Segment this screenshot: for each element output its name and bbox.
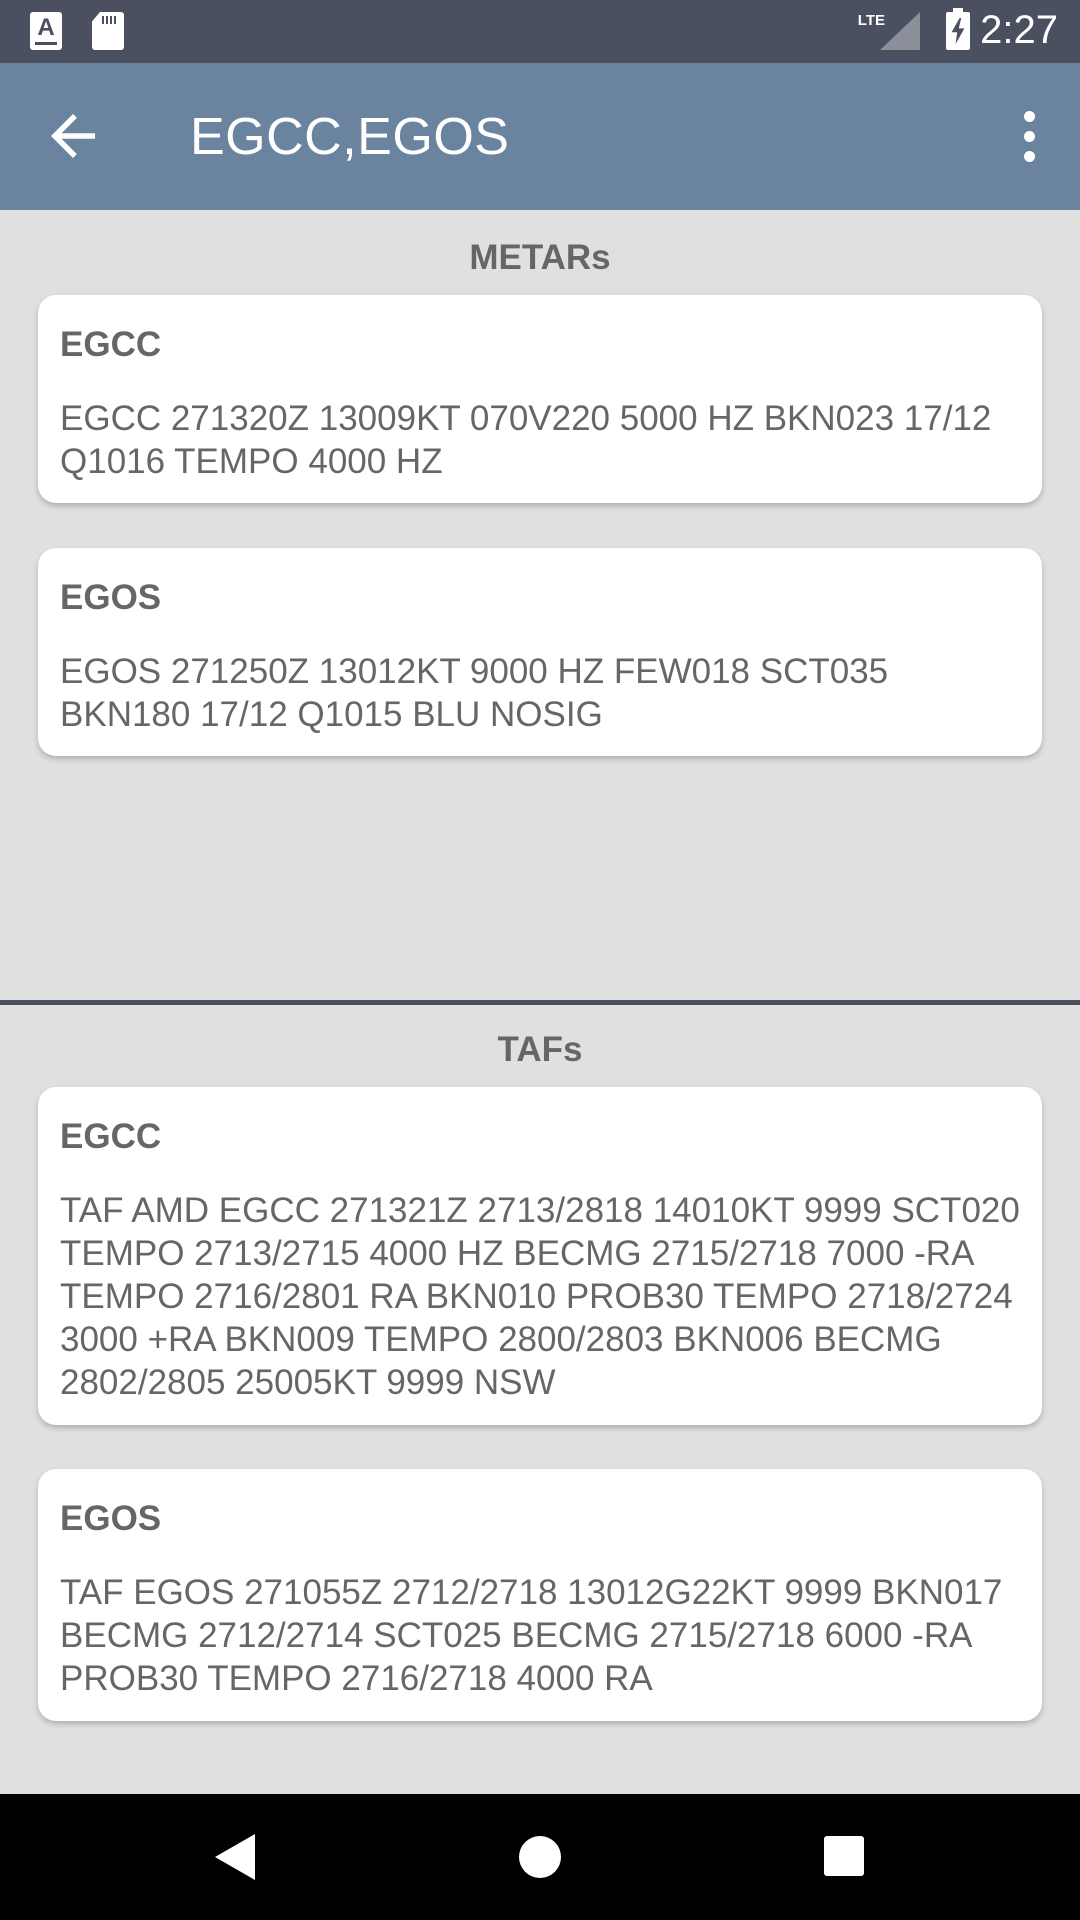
- more-vert-icon-dot: [1024, 131, 1035, 142]
- keyboard-notification-icon: [30, 12, 62, 50]
- taf-station: EGOS: [60, 1499, 162, 1538]
- back-button[interactable]: [40, 103, 106, 169]
- metar-station: EGOS: [60, 578, 162, 617]
- taf-text: TAF AMD EGCC 271321Z 2713/2818 14010KT 9…: [60, 1191, 1020, 1402]
- metar-card-egos[interactable]: EGOS EGOS 271250Z 13012KT 9000 HZ FEW018…: [38, 548, 1042, 756]
- metars-heading: METARs: [469, 238, 611, 277]
- taf-station: EGCC: [60, 1117, 162, 1156]
- nav-recents-icon[interactable]: [824, 1836, 864, 1876]
- overflow-menu-button[interactable]: [1000, 103, 1060, 169]
- nav-home-icon[interactable]: [519, 1836, 561, 1878]
- app-bar: EGCC,EGOS: [0, 63, 1080, 210]
- system-nav-bar: [0, 1794, 1080, 1920]
- sd-card-icon: [92, 12, 124, 50]
- taf-text: TAF EGOS 271055Z 2712/2718 13012G22KT 99…: [60, 1573, 1003, 1698]
- page-title: EGCC,EGOS: [190, 108, 510, 166]
- metar-text: EGCC 271320Z 13009KT 070V220 5000 HZ BKN…: [60, 399, 992, 481]
- network-type-label: LTE: [857, 12, 885, 29]
- nav-back-icon[interactable]: [215, 1834, 255, 1880]
- tafs-heading: TAFs: [497, 1030, 583, 1069]
- section-divider[interactable]: [0, 1000, 1080, 1005]
- battery-charging-icon: [946, 8, 970, 50]
- status-time: 2:27: [980, 8, 1058, 52]
- more-vert-icon-dot: [1024, 151, 1035, 162]
- status-bar: LTE 2:27: [0, 0, 1080, 63]
- taf-card-egcc[interactable]: EGCC TAF AMD EGCC 271321Z 2713/2818 1401…: [38, 1087, 1042, 1425]
- arrow-back-icon: [51, 114, 95, 158]
- metar-station: EGCC: [60, 325, 162, 364]
- more-vert-icon-dot: [1024, 111, 1035, 122]
- screen: LTE 2:27 EGCC,EGOS METARs EGCC EGCC 2713…: [0, 0, 1080, 1920]
- signal-strength-icon: [880, 12, 920, 50]
- taf-card-egos[interactable]: EGOS TAF EGOS 271055Z 2712/2718 13012G22…: [38, 1469, 1042, 1721]
- metar-card-egcc[interactable]: EGCC EGCC 271320Z 13009KT 070V220 5000 H…: [38, 295, 1042, 503]
- status-notifications: [30, 12, 124, 50]
- metar-text: EGOS 271250Z 13012KT 9000 HZ FEW018 SCT0…: [60, 652, 889, 734]
